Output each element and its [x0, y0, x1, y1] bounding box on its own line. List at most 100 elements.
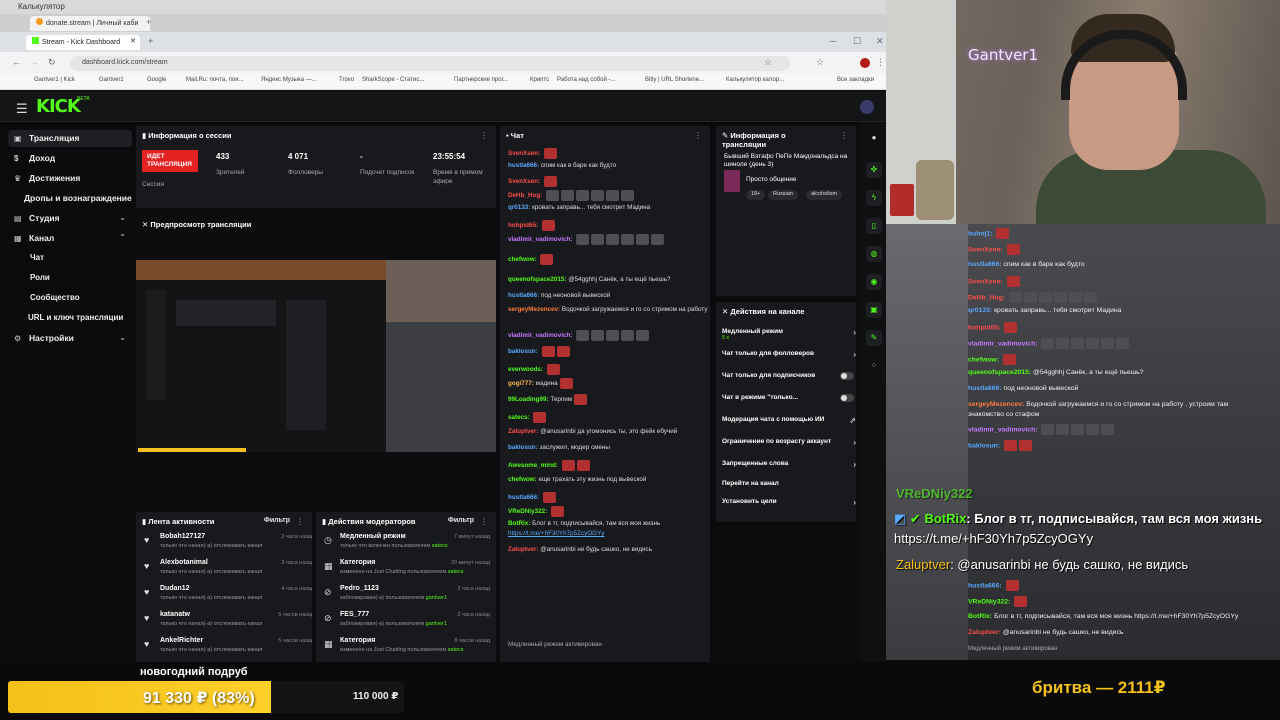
- lightning-icon[interactable]: ϟ: [866, 190, 882, 206]
- toggle-switch[interactable]: [840, 394, 854, 402]
- sidebar-item-drops[interactable]: Дропы и вознаграждение: [8, 190, 132, 207]
- chat-username[interactable]: Zaluptver:: [508, 428, 538, 435]
- chat-username[interactable]: BotRix:: [508, 520, 530, 527]
- chat-username[interactable]: VReDNiy322:: [508, 508, 547, 515]
- broadcast-icon[interactable]: ◉: [866, 274, 882, 290]
- chat-username[interactable]: everwoods:: [508, 366, 543, 373]
- chat-username[interactable]: DeHb_Hog:: [508, 192, 542, 199]
- chat-username[interactable]: chefwow:: [508, 476, 537, 483]
- channel-action-item[interactable]: Установить цели ›: [722, 498, 856, 507]
- filter-button[interactable]: Фильтр: [264, 517, 290, 524]
- chat-username[interactable]: SvenXsen:: [508, 178, 540, 185]
- tag-pill[interactable]: Russian: [768, 190, 798, 200]
- tag-pill[interactable]: 18+: [746, 190, 766, 200]
- mod-action-actor[interactable]: satecs: [448, 647, 464, 653]
- channel-action-item[interactable]: Модерация чата с помощью ИИ ⇗: [722, 416, 856, 425]
- channel-action-item[interactable]: Чат только для подписчиков: [722, 372, 856, 380]
- chat-username[interactable]: baklosun:: [508, 348, 538, 355]
- reload-icon[interactable]: ↻: [48, 57, 56, 68]
- activity-username[interactable]: AnkelRichter: [160, 637, 203, 644]
- bookmark-item[interactable]: Mail.Ru: почта, пои...: [186, 77, 244, 83]
- channel-action-item[interactable]: Ограничение по возрасту аккаунт ›: [722, 438, 856, 447]
- more-options-icon[interactable]: ⋮: [296, 517, 304, 526]
- bookmark-item[interactable]: Яндекс Музыка —...: [261, 77, 317, 83]
- clipboard-icon[interactable]: ▯: [866, 218, 882, 234]
- sidebar-item-studio[interactable]: ▤ Студия ⌄: [8, 210, 132, 227]
- chat-username[interactable]: chefwow:: [508, 256, 537, 263]
- chat-username[interactable]: gogi777:: [508, 380, 534, 387]
- bookmark-item[interactable]: Bitly | URL Shortene...: [645, 77, 704, 83]
- bookmark-item[interactable]: Gantver1: [99, 77, 124, 83]
- chat-username[interactable]: qr0133:: [508, 204, 530, 211]
- sidebar-item-stream[interactable]: ▣ Трансляция: [8, 130, 132, 147]
- more-options-icon[interactable]: ⋮: [694, 131, 702, 140]
- channel-action-item[interactable]: Запрещенные слова ›: [722, 460, 856, 469]
- mod-action-actor[interactable]: gantver1: [426, 595, 447, 601]
- sidebar-item-achievements[interactable]: ♛ Достижения: [8, 170, 132, 187]
- mod-action-actor[interactable]: gantver1: [426, 621, 447, 627]
- chat-username[interactable]: hohpid65:: [508, 222, 538, 229]
- mod-action-actor[interactable]: satecs: [432, 543, 448, 549]
- tab-donate-stream[interactable]: donate.stream | Личный каби: [30, 16, 150, 31]
- more-options-icon[interactable]: ⋮: [480, 517, 488, 526]
- mod-action-actor[interactable]: satecs: [448, 569, 464, 575]
- tag-pill[interactable]: alcoholism: [806, 190, 842, 200]
- bookmark-item[interactable]: SharkScope - Статис...: [362, 77, 424, 83]
- wrench-icon[interactable]: ✎: [866, 330, 882, 346]
- filter-button[interactable]: Фильтр: [448, 517, 474, 524]
- minimize-icon[interactable]: ─: [830, 36, 836, 46]
- profile-avatar-icon[interactable]: [860, 58, 870, 68]
- info-icon[interactable]: ●: [866, 130, 882, 146]
- back-icon[interactable]: ←: [12, 57, 21, 67]
- chat-username[interactable]: sergeyMezencev:: [508, 306, 560, 313]
- new-tab-icon[interactable]: +: [146, 17, 151, 27]
- hamburger-menu-icon[interactable]: ☰: [16, 101, 28, 117]
- new-tab-icon[interactable]: +: [148, 36, 153, 46]
- bookmark-item[interactable]: Gantver1 | Kick: [34, 77, 75, 83]
- activity-username[interactable]: Bobah127127: [160, 533, 205, 540]
- tab-kick-dashboard[interactable]: Stream - Kick Dashboard ✕: [26, 35, 140, 50]
- sidebar-subitem-roles[interactable]: Роли: [30, 273, 50, 282]
- sidebar-item-channel[interactable]: ▦ Канал ⌃: [8, 230, 132, 247]
- sidebar-item-income[interactable]: $ Доход: [8, 150, 132, 167]
- sidebar-subitem-stream-key[interactable]: URL и ключ трансляции: [28, 313, 123, 322]
- channel-action-item[interactable]: Чат только для фолловеров ›: [722, 350, 856, 359]
- chat-bubble-icon[interactable]: ◍: [866, 246, 882, 262]
- chat-username[interactable]: hustla666:: [508, 162, 539, 169]
- chat-username[interactable]: Zaluptver:: [508, 546, 538, 553]
- chat-username[interactable]: satecs:: [508, 414, 530, 421]
- chat-username[interactable]: vladimir_vadimovich:: [508, 236, 572, 243]
- more-options-icon[interactable]: ⋮: [840, 131, 848, 140]
- chat-username[interactable]: hustla666:: [508, 494, 539, 501]
- bookmark-item[interactable]: Google: [147, 77, 166, 83]
- chat-username[interactable]: Awesome_mind:: [508, 462, 558, 469]
- maximize-icon[interactable]: ☐: [853, 36, 861, 47]
- chat-username[interactable]: vladimir_vadimovich:: [508, 332, 572, 339]
- bookmark-item[interactable]: Trovo: [339, 77, 354, 83]
- more-options-icon[interactable]: ⋮: [480, 131, 488, 140]
- tool-icon[interactable]: ✜: [866, 162, 882, 178]
- bookmark-item[interactable]: Криптс: [530, 77, 549, 83]
- toggle-switch[interactable]: [840, 372, 854, 380]
- chat-username[interactable]: baklosun:: [508, 444, 538, 451]
- close-window-icon[interactable]: ✕: [876, 36, 884, 47]
- menu-icon[interactable]: ⋮: [876, 57, 885, 68]
- bookmark-item[interactable]: Партнерские прог...: [454, 77, 508, 83]
- chat-username[interactable]: SvenXsen:: [508, 150, 540, 157]
- stream-preview-video[interactable]: [136, 260, 496, 452]
- url-field[interactable]: dashboard.kick.com/stream: [70, 56, 790, 71]
- chat-username[interactable]: 99Loading99:: [508, 396, 549, 403]
- chat-username[interactable]: hustla666:: [508, 292, 539, 299]
- sidebar-item-settings[interactable]: ⚙ Настройки ⌄: [8, 330, 132, 347]
- bookmarks-icon[interactable]: ☆: [816, 57, 824, 68]
- sidebar-subitem-chat[interactable]: Чат: [30, 253, 44, 262]
- channel-action-item[interactable]: Медленный режим 5 с ›: [722, 328, 856, 341]
- bookmark-star-icon[interactable]: ☆: [764, 57, 772, 68]
- channel-action-item[interactable]: Перейти на канал: [722, 480, 856, 487]
- activity-username[interactable]: Alexbotanimal: [160, 559, 208, 566]
- activity-username[interactable]: Dudan12: [160, 585, 190, 592]
- bookmark-item[interactable]: Работа над собой -...: [557, 77, 615, 83]
- bookmark-item[interactable]: Все закладки: [837, 77, 874, 83]
- mod-tools-icon[interactable]: ▣: [866, 302, 882, 318]
- close-tab-icon[interactable]: ✕: [130, 37, 136, 45]
